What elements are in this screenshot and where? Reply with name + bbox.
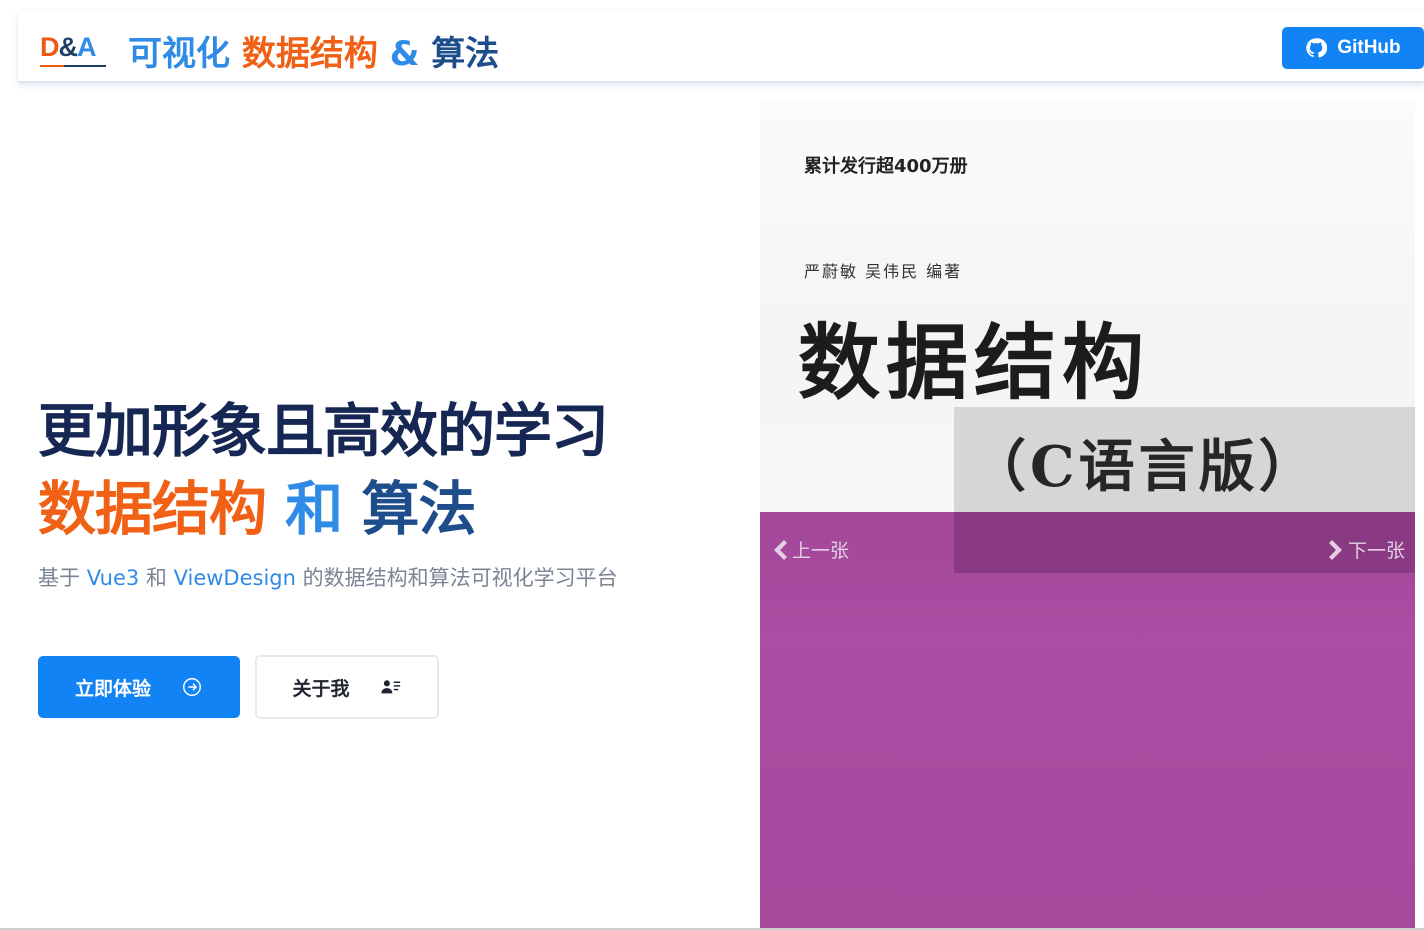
logo-underline-accent bbox=[40, 65, 64, 67]
hero-subtitle: 基于 Vue3 和 ViewDesign 的数据结构和算法可视化学习平台 bbox=[38, 562, 618, 592]
site-title: 可视化 数据结构 & 算法 bbox=[128, 26, 499, 75]
site-title-ampersand: & bbox=[389, 34, 420, 74]
carousel-next-button[interactable]: 下一张 bbox=[1326, 536, 1405, 563]
headline-and: 和 bbox=[285, 475, 343, 543]
logo-letter-a: A bbox=[77, 32, 96, 62]
subtitle-vue3: Vue3 bbox=[86, 566, 140, 590]
cover-title: 数据结构 bbox=[798, 316, 1151, 411]
github-button[interactable]: GitHub bbox=[1282, 27, 1424, 69]
github-button-label: GitHub bbox=[1337, 37, 1401, 58]
cover-authors: 严蔚敏 吴伟民 编著 bbox=[804, 262, 963, 281]
site-title-algorithms: 算法 bbox=[431, 34, 500, 74]
logo-letter-d: D bbox=[40, 32, 59, 62]
subtitle-prefix: 基于 bbox=[38, 566, 87, 590]
logo-ampersand: & bbox=[58, 32, 78, 62]
cover-sales-tag: 累计发行超400万册 bbox=[804, 156, 968, 177]
headline-algorithms: 算法 bbox=[361, 475, 476, 543]
contact-card-icon bbox=[380, 680, 400, 694]
subtitle-suffix: 的数据结构和算法可视化学习平台 bbox=[295, 566, 618, 590]
site-title-visualize: 可视化 bbox=[128, 34, 230, 74]
hero-headline-line1: 更加形象且高效的学习 bbox=[38, 397, 609, 465]
arrow-right-circle-icon bbox=[183, 678, 201, 696]
github-icon bbox=[1306, 38, 1328, 58]
top-navbar: D&A 可视化 数据结构 & 算法 bbox=[18, 12, 1424, 83]
subtitle-viewdesign: ViewDesign bbox=[173, 566, 296, 590]
carousel-next-label: 下一张 bbox=[1348, 540, 1406, 562]
site-logo[interactable]: D&A bbox=[40, 32, 106, 68]
site-title-data-structures: 数据结构 bbox=[241, 34, 378, 74]
about-me-button[interactable]: 关于我 bbox=[255, 655, 439, 719]
try-now-label: 立即体验 bbox=[74, 677, 151, 700]
book-carousel: 累计发行超400万册 严蔚敏 吴伟民 编著 数据结构 （C语言版） 上一张 下一… bbox=[760, 100, 1415, 928]
subtitle-mid: 和 bbox=[139, 566, 174, 590]
cover-subtitle: （C语言版） bbox=[970, 434, 1319, 500]
try-now-button[interactable]: 立即体验 bbox=[38, 656, 240, 718]
carousel-prev-button[interactable]: 上一张 bbox=[770, 536, 849, 563]
carousel-prev-label: 上一张 bbox=[792, 540, 850, 562]
cover-purple-area bbox=[760, 512, 1415, 928]
chevron-left-icon bbox=[774, 539, 787, 560]
headline-data-structures: 数据结构 bbox=[38, 475, 267, 543]
about-me-label: 关于我 bbox=[292, 677, 350, 700]
hero-headline-line2: 数据结构 和 算法 bbox=[38, 462, 476, 546]
chevron-right-icon bbox=[1329, 539, 1342, 560]
